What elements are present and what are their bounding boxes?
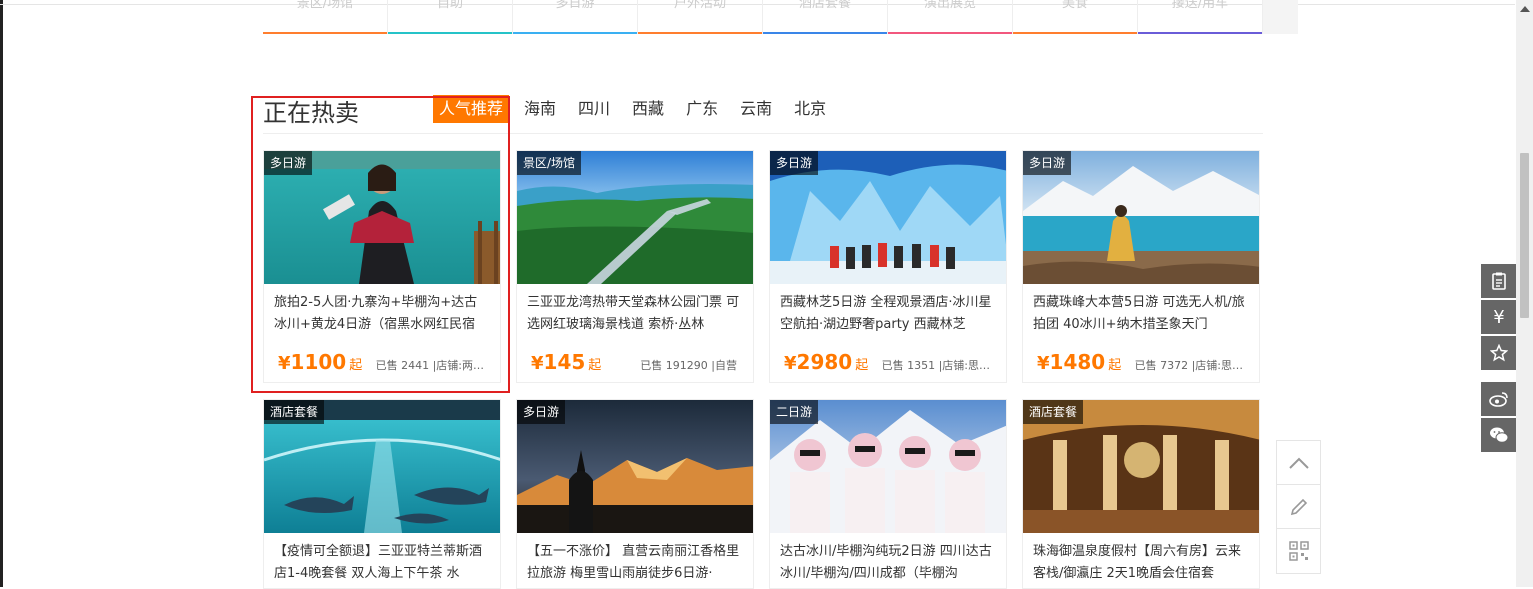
category-underline [263,32,387,34]
category-label: 接送/用车 [1171,0,1229,11]
weibo-icon[interactable] [1481,382,1517,416]
product-badge: 酒店套餐 [264,400,325,424]
category-item[interactable]: 景区/场馆 [263,0,388,34]
product-badge: 景区/场馆 [517,151,582,175]
product-footer: ¥1480 起 已售 7372 |店铺:思… [1033,344,1249,382]
category-underline [513,32,637,34]
product-card[interactable]: 酒店套餐 【疫情可全额退】三亚亚特兰蒂斯酒店1-4晚套餐 双人海上下午茶 水 [263,399,501,589]
page: 景区/场馆 自助 多日游 户外活动 酒店套餐 演出展览 美食 接送/用车 正在热… [0,0,1533,589]
product-card[interactable]: 二日游 达古冰川/毕棚沟纯玩2日游 四川达古冰川/毕棚沟/四川成都（毕棚沟 [769,399,1007,589]
category-label: 多日游 [555,0,595,11]
product-card[interactable]: 酒店套餐 珠海御温泉度假村【周六有房】云来客栈/御瀛庄 2天1晚盾会住宿套 [1022,399,1260,589]
price-suffix: 起 [855,358,869,373]
qrcode-icon[interactable] [1277,529,1320,573]
sold-count: 已售 191290 |自营 [640,359,737,372]
category-item[interactable]: 酒店套餐 [763,0,888,34]
product-price: ¥2980 起 [784,350,868,374]
price-value: 145 [543,350,586,374]
product-badge: 多日游 [770,151,819,175]
product-badge: 多日游 [1023,151,1072,175]
yen-icon[interactable]: ¥ [1481,300,1517,334]
category-nav: 景区/场馆 自助 多日游 户外活动 酒店套餐 演出展览 美食 接送/用车 [263,0,1263,34]
price-value: 2980 [796,350,853,374]
category-label: 景区/场馆 [296,0,354,11]
product-badge: 二日游 [770,400,819,424]
product-title[interactable]: 西藏林芝5日游 全程观景酒店·冰川星空航拍·湖边野奢party 西藏林芝 [780,292,996,336]
product-footer: ¥145 起 已售 191290 |自营 [527,344,743,382]
product-image[interactable]: 多日游 [770,151,1006,284]
product-footer: ¥2980 起 已售 1351 |店铺:思… [780,344,996,382]
tab-beijing[interactable]: 北京 [787,95,833,123]
product-image[interactable]: 二日游 [770,400,1006,533]
category-item[interactable]: 演出展览 [888,0,1013,34]
selection-highlight [251,96,510,393]
sold-count: 已售 1351 |店铺:思… [881,359,990,372]
category-underline [1013,32,1137,34]
category-label: 酒店套餐 [798,0,851,11]
price-suffix: 起 [1108,358,1122,373]
product-image[interactable]: 景区/场馆 [517,151,753,284]
category-item[interactable]: 自助 [388,0,513,34]
product-badge: 酒店套餐 [1023,400,1084,424]
category-item[interactable]: 美食 [1013,0,1138,34]
category-nav-end [1263,0,1298,34]
floating-toolbar [1276,440,1321,574]
scrollbar-thumb[interactable] [1520,153,1529,318]
product-price: ¥1480 起 [1037,350,1121,374]
product-card[interactable]: 多日游 【五一不涨价】 直营云南丽江香格里拉旅游 梅里雪山雨崩徒步6日游· [516,399,754,589]
price-symbol: ¥ [531,353,544,374]
tab-yunnan[interactable]: 云南 [733,95,779,123]
product-title[interactable]: 西藏珠峰大本营5日游 可选无人机/旅拍团 40冰川+纳木措圣象天门 [1033,292,1249,336]
category-underline [1138,32,1262,34]
scroll-up-arrow-icon[interactable] [1520,6,1530,12]
product-badge: 多日游 [517,400,566,424]
tab-guangdong[interactable]: 广东 [679,95,725,123]
sold-count: 已售 7372 |店铺:思… [1134,359,1243,372]
product-title[interactable]: 三亚亚龙湾热带天堂森林公园门票 可选网红玻璃海景栈道 索桥·丛林 [527,292,743,336]
product-title[interactable]: 【五一不涨价】 直营云南丽江香格里拉旅游 梅里雪山雨崩徒步6日游· [527,541,743,585]
product-title[interactable]: 【疫情可全额退】三亚亚特兰蒂斯酒店1-4晚套餐 双人海上下午茶 水 [274,541,490,585]
side-toolbar: ¥ [1481,264,1517,454]
category-label: 自助 [436,0,463,11]
product-image[interactable]: 酒店套餐 [264,400,500,533]
window-edge [0,0,3,587]
star-icon[interactable] [1481,336,1517,370]
product-image[interactable]: 多日游 [517,400,753,533]
price-symbol: ¥ [784,353,797,374]
product-card[interactable]: 多日游 西藏珠峰大本营5日游 可选无人机/旅拍团 40冰川+纳木措圣象天门 ¥1… [1022,150,1260,383]
product-image[interactable]: 酒店套餐 [1023,400,1259,533]
tab-hainan[interactable]: 海南 [517,95,563,123]
category-label: 演出展览 [923,0,976,11]
back-to-top-icon[interactable] [1277,441,1320,485]
category-label: 美食 [1061,0,1088,11]
category-underline [763,32,887,34]
category-underline [888,32,1012,34]
price-value: 1480 [1049,350,1106,374]
product-card[interactable]: 景区/场馆 三亚亚龙湾热带天堂森林公园门票 可选网红玻璃海景栈道 索桥·丛林 ¥… [516,150,754,383]
product-price: ¥145 起 [531,350,601,374]
tab-tibet[interactable]: 西藏 [625,95,671,123]
price-suffix: 起 [588,358,602,373]
scrollbar[interactable] [1516,0,1533,587]
category-item[interactable]: 多日游 [513,0,638,34]
category-underline [638,32,762,34]
category-item[interactable]: 户外活动 [638,0,763,34]
clipboard-icon[interactable] [1481,264,1517,298]
product-image[interactable]: 多日游 [1023,151,1259,284]
edit-icon[interactable] [1277,485,1320,529]
product-title[interactable]: 达古冰川/毕棚沟纯玩2日游 四川达古冰川/毕棚沟/四川成都（毕棚沟 [780,541,996,585]
product-title[interactable]: 珠海御温泉度假村【周六有房】云来客栈/御瀛庄 2天1晚盾会住宿套 [1033,541,1249,585]
tab-sichuan[interactable]: 四川 [571,95,617,123]
wechat-icon[interactable] [1481,418,1517,452]
category-underline [388,32,512,34]
category-label: 户外活动 [673,0,726,11]
price-symbol: ¥ [1037,353,1050,374]
product-card[interactable]: 多日游 西藏林芝5日游 全程观景酒店·冰川星空航拍·湖边野奢party 西藏林芝… [769,150,1007,383]
category-item[interactable]: 接送/用车 [1138,0,1263,34]
